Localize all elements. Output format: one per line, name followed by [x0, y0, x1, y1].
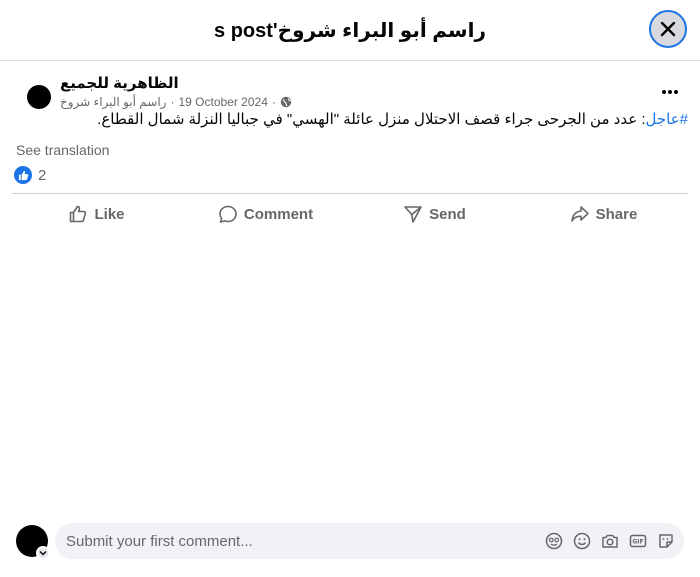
comment-button[interactable]: Comment: [181, 198, 350, 230]
send-button[interactable]: Send: [350, 198, 519, 230]
page-avatar[interactable]: [27, 85, 51, 109]
composer-icons: GIF: [544, 531, 684, 551]
comment-icon: [219, 205, 237, 223]
dialog-header: s post'راسم أبو البراء شروخ: [0, 0, 700, 61]
post-action-bar: Like Comment Send Share: [12, 198, 688, 230]
sticker-icon[interactable]: [656, 531, 676, 551]
reaction-count: 2: [38, 166, 47, 184]
globe-icon: [280, 96, 292, 108]
page-name-link[interactable]: الظاهرية للجميع: [60, 74, 179, 92]
chevron-down-icon[interactable]: [36, 546, 50, 560]
thumbs-up-icon: [70, 205, 87, 223]
post-meta: راسم أبو البراء شروخ · 19 October 2024 ·: [60, 95, 292, 109]
share-icon: [570, 206, 589, 222]
gif-icon[interactable]: GIF: [628, 531, 648, 551]
send-label: Send: [429, 205, 466, 223]
emoji-icon[interactable]: [572, 531, 592, 551]
reaction-summary[interactable]: 2: [14, 166, 46, 184]
share-label: Share: [595, 205, 638, 223]
hashtag-link[interactable]: #عاجل: [646, 111, 689, 128]
post-body: : عدد من الجرحى جراء قصف الاحتلال منزل ع…: [97, 111, 646, 128]
send-icon: [404, 206, 422, 223]
comment-box: GIF: [55, 523, 684, 559]
post-author-link[interactable]: راسم أبو البراء شروخ: [60, 95, 166, 109]
more-options-button[interactable]: [658, 80, 682, 104]
dialog-title: s post'راسم أبو البراء شروخ: [214, 19, 486, 42]
divider: [12, 193, 688, 194]
more-dots-icon: [662, 90, 678, 94]
like-reaction-icon: [14, 166, 32, 184]
avatar-sticker-icon[interactable]: [544, 531, 564, 551]
like-label: Like: [94, 205, 125, 223]
comment-composer: GIF: [0, 518, 700, 566]
post-text: #عاجل: عدد من الجرحى جراء قصف الاحتلال م…: [28, 110, 688, 130]
comment-label: Comment: [243, 205, 314, 223]
share-button[interactable]: Share: [519, 198, 688, 230]
close-icon: [660, 21, 676, 37]
post-header: الظاهرية للجميع راسم أبو البراء شروخ · 1…: [12, 70, 688, 114]
post-date-link[interactable]: 19 October 2024: [178, 95, 267, 109]
close-button[interactable]: [649, 10, 687, 48]
meta-separator: ·: [271, 95, 276, 109]
meta-separator: ·: [170, 95, 175, 109]
comment-input[interactable]: [66, 532, 544, 550]
like-button[interactable]: Like: [12, 198, 181, 230]
camera-icon[interactable]: [600, 531, 620, 551]
svg-text:GIF: GIF: [632, 539, 643, 546]
see-translation-link[interactable]: See translation: [16, 142, 109, 158]
